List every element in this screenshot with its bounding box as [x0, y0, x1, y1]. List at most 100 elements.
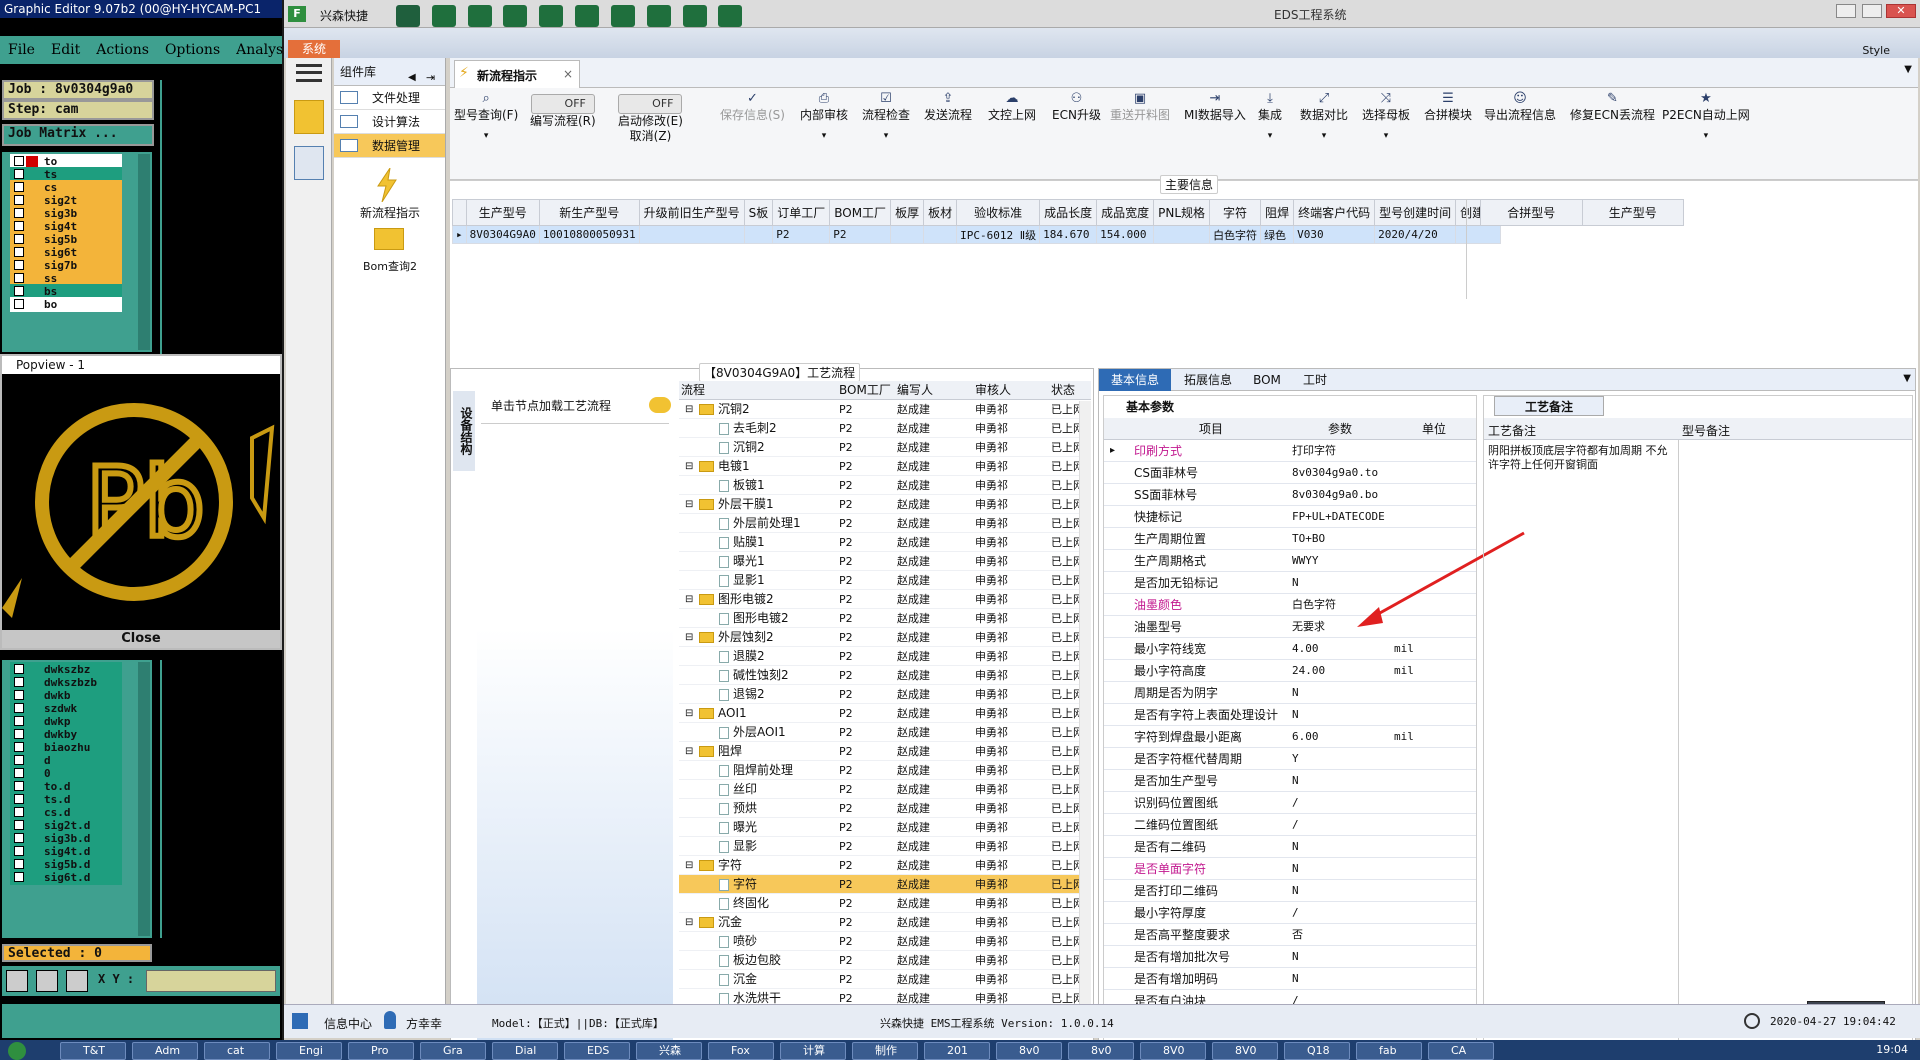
- expand-toggle-icon[interactable]: ⊟: [685, 742, 693, 761]
- flow-row[interactable]: 外层蚀刻2 ⊟ P2 赵成建 申勇祁 已上网: [679, 628, 1091, 647]
- param-row[interactable]: CS面菲林号 8v0304g9a0.to: [1104, 462, 1476, 484]
- flow-row[interactable]: 阻焊前处理 P2 赵成建 申勇祁 已上网: [679, 761, 1091, 780]
- taskbar-item[interactable]: 8v0: [1068, 1042, 1134, 1060]
- layer-checkbox[interactable]: [14, 742, 24, 752]
- main-col-header[interactable]: 新生产型号: [538, 199, 640, 226]
- style-label[interactable]: Style: [1862, 44, 1890, 57]
- send-flow-button[interactable]: ⇪ 发送流程: [924, 92, 972, 123]
- expand-toggle-icon[interactable]: ⊟: [685, 913, 693, 932]
- main-col-header[interactable]: 终端客户代码: [1293, 199, 1376, 226]
- nav-file-processing[interactable]: 文件处理: [334, 86, 445, 110]
- menu-options[interactable]: Options: [157, 36, 228, 64]
- lightning-icon[interactable]: [374, 167, 400, 203]
- detail-dropdown-icon[interactable]: ▼: [1903, 373, 1911, 384]
- grid-view-icon[interactable]: [467, 5, 492, 27]
- scissors-icon[interactable]: [503, 5, 528, 27]
- param-value[interactable]: 24.00: [1292, 660, 1388, 682]
- taskbar-item[interactable]: Fox: [708, 1042, 774, 1060]
- layer-checkbox[interactable]: [14, 846, 24, 856]
- main-col-header[interactable]: 板厚: [890, 199, 925, 226]
- main-col-header[interactable]: 生产型号: [465, 199, 540, 226]
- layer-checkbox[interactable]: [14, 182, 24, 192]
- taskbar-item[interactable]: T&T: [60, 1042, 126, 1060]
- notes-col-process[interactable]: 工艺备注: [1488, 422, 1536, 439]
- layer-checkbox[interactable]: [14, 195, 24, 205]
- param-value[interactable]: /: [1292, 792, 1388, 814]
- table-cell[interactable]: 184.670: [1039, 225, 1098, 244]
- film-icon[interactable]: [539, 5, 564, 27]
- layer-item[interactable]: bo: [10, 297, 122, 312]
- save-info-button[interactable]: ✓ 保存信息(S): [720, 92, 785, 123]
- flow-row[interactable]: 外层前处理1 P2 赵成建 申勇祁 已上网: [679, 514, 1091, 533]
- table-cell[interactable]: [743, 225, 774, 244]
- integrate-button[interactable]: ⤓ 集成 ▾: [1258, 92, 1282, 144]
- tab-new-flow[interactable]: ⚡ 新流程指示 ×: [454, 60, 580, 88]
- main-col-header[interactable]: 升级前旧生产型号: [638, 199, 745, 226]
- hamburger-icon[interactable]: [296, 64, 322, 82]
- menu-edit[interactable]: Edit: [43, 36, 88, 64]
- flow-row[interactable]: AOI1 ⊟ P2 赵成建 申勇祁 已上网: [679, 704, 1091, 723]
- layer-checkbox[interactable]: [14, 664, 24, 674]
- layer-checkbox[interactable]: [14, 781, 24, 791]
- edit-flow-toggle[interactable]: OFF 编写流程(R): [530, 94, 596, 129]
- merge-module-button[interactable]: ☰ 合拼模块: [1424, 92, 1472, 123]
- search-icon[interactable]: [396, 5, 420, 27]
- layer-checkbox[interactable]: [14, 677, 24, 687]
- table-cell[interactable]: 白色字符: [1209, 225, 1262, 244]
- flow-row[interactable]: 板镀1 P2 赵成建 申勇祁 已上网: [679, 476, 1091, 495]
- param-value[interactable]: 否: [1292, 924, 1388, 946]
- maximize-button[interactable]: [1862, 4, 1882, 18]
- layer-scrollbar-bottom[interactable]: [138, 662, 150, 936]
- expand-toggle-icon[interactable]: ⊟: [685, 495, 693, 514]
- editor-canvas-top[interactable]: [160, 80, 280, 354]
- param-value[interactable]: N: [1292, 704, 1388, 726]
- system-tab[interactable]: 系统: [288, 40, 340, 58]
- param-row[interactable]: 识别码位置图纸 /: [1104, 792, 1476, 814]
- col-flow[interactable]: 流程: [681, 381, 705, 400]
- table-cell[interactable]: 8V0304G9A0: [465, 225, 540, 244]
- layer-checkbox[interactable]: [14, 286, 24, 296]
- start-modify-toggle[interactable]: OFF 启动修改(E) 取消(Z): [618, 94, 683, 144]
- fix-ecn-button[interactable]: ✎ 修复ECN丢流程: [1570, 92, 1655, 123]
- layer-checkbox[interactable]: [14, 234, 24, 244]
- expand-toggle-icon[interactable]: ⊟: [685, 628, 693, 647]
- param-value[interactable]: 8v0304g9a0.bo: [1292, 484, 1388, 506]
- flow-row[interactable]: 曝光1 P2 赵成建 申勇祁 已上网: [679, 552, 1091, 571]
- param-row[interactable]: 最小字符高度 24.00 mil: [1104, 660, 1476, 682]
- layer-checkbox[interactable]: [14, 221, 24, 231]
- tool-label[interactable]: 取消(Z): [618, 129, 683, 144]
- layer-checkbox[interactable]: [14, 859, 24, 869]
- main-col-header[interactable]: 阻焊: [1260, 199, 1295, 226]
- tab-close-icon[interactable]: ×: [563, 67, 573, 81]
- model-query-button[interactable]: ⌕ 型号查询(F) ▾: [454, 92, 518, 144]
- yx-module-icon[interactable]: [294, 100, 324, 134]
- process-notes-tab[interactable]: 工艺备注: [1494, 396, 1604, 416]
- layer-checkbox[interactable]: [14, 260, 24, 270]
- new-flow-shortcut[interactable]: 新流程指示: [334, 204, 446, 221]
- main-col-header[interactable]: 验收标准: [956, 199, 1041, 226]
- flow-row[interactable]: 显影 P2 赵成建 申勇祁 已上网: [679, 837, 1091, 856]
- menu-file[interactable]: File: [0, 36, 43, 64]
- editor-canvas-bottom[interactable]: [160, 660, 280, 938]
- ecn-upgrade-button[interactable]: ⚇ ECN升级: [1052, 92, 1101, 123]
- layer-checkbox[interactable]: [14, 690, 24, 700]
- param-value[interactable]: N: [1292, 836, 1388, 858]
- taskbar-item[interactable]: 8v0: [996, 1042, 1062, 1060]
- table-cell[interactable]: [638, 225, 745, 244]
- flow-row[interactable]: 碱性蚀刻2 P2 赵成建 申勇祁 已上网: [679, 666, 1091, 685]
- param-row[interactable]: 最小字符线宽 4.00 mil: [1104, 638, 1476, 660]
- param-value[interactable]: N: [1292, 946, 1388, 968]
- popview-close-button[interactable]: Close: [2, 630, 280, 648]
- nav-data-management[interactable]: 数据管理: [334, 134, 445, 158]
- p2ecn-button[interactable]: ★ P2ECN自动上网 ▾: [1662, 92, 1750, 144]
- param-row[interactable]: 是否有增加批次号 N: [1104, 946, 1476, 968]
- layer-checkbox[interactable]: [14, 807, 24, 817]
- merge-col-0[interactable]: 合拼型号: [1480, 199, 1583, 226]
- internal-review-button[interactable]: ⎙ 内部审核 ▾: [800, 92, 848, 144]
- taskbar-item[interactable]: 201: [924, 1042, 990, 1060]
- table-row[interactable]: ▸ 8V0304G9A0 10010800050931 P2 P2 IPC-6012 Ⅱ级…: [452, 225, 1502, 244]
- taskbar-item[interactable]: cat: [204, 1042, 270, 1060]
- chat-bubble-icon[interactable]: [649, 397, 671, 413]
- flow-row[interactable]: 贴膜1 P2 赵成建 申勇祁 已上网: [679, 533, 1091, 552]
- expand-toggle-icon[interactable]: ⊟: [685, 590, 693, 609]
